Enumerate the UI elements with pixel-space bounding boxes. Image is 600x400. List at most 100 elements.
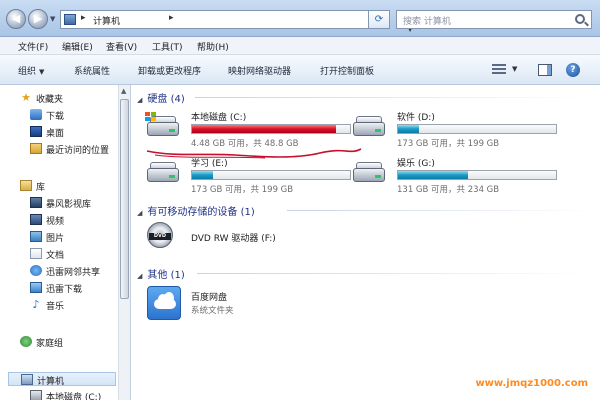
forward-button[interactable]: ▶ <box>28 9 48 29</box>
scrollbar-thumb[interactable] <box>120 99 129 299</box>
group-divider <box>287 210 595 211</box>
navigation-scrollbar[interactable]: ▲ <box>118 85 130 400</box>
search-icon[interactable] <box>575 14 585 24</box>
nav-item-downloads[interactable]: 下载 <box>30 108 116 122</box>
system-properties-button[interactable]: 系统属性 <box>74 64 110 77</box>
recent-places-icon <box>30 143 42 154</box>
group-header-hdd[interactable]: ◢ 硬盘 (4) <box>137 90 185 105</box>
scroll-up-icon[interactable]: ▲ <box>121 87 126 95</box>
music-note-icon: ♪ <box>32 298 40 311</box>
menu-tools[interactable]: 工具(T) <box>152 40 183 53</box>
nav-item-xunlei-share[interactable]: 迅雷网邻共享 <box>30 264 116 278</box>
drive-size-text: 173 GB 可用，共 199 GB <box>397 139 500 149</box>
group-header-removable[interactable]: ◢ 有可移动存储的设备 (1) <box>137 203 255 218</box>
title-bar: ◀ ▶ ▼ ▸ 计算机 ▸ ▼ ⟳ 搜索 计算机 <box>0 0 600 37</box>
nav-item-label: 暴风影视库 <box>46 200 92 210</box>
nav-item-label: 最近访问的位置 <box>46 146 110 156</box>
address-location[interactable]: 计算机 <box>93 14 120 27</box>
nav-library-label: 库 <box>36 183 46 193</box>
view-dropdown-icon[interactable]: ▼ <box>512 65 517 73</box>
back-button[interactable]: ◀ <box>6 9 26 29</box>
drive-name: 娱乐 (G:) <box>397 159 435 169</box>
chevron-right-icon[interactable]: ▸ <box>81 13 86 23</box>
navigation-pane: ★ 收藏夹 下载 桌面 最近访问的位置 库 暴风影视库 视频 图片 文档 迅雷网… <box>0 85 128 400</box>
group-divider <box>197 273 595 274</box>
recent-pages-dropdown[interactable]: ▼ <box>50 15 57 23</box>
nav-item-label: 下载 <box>46 112 65 122</box>
nav-item-label: 视频 <box>46 217 65 227</box>
collapse-arrow-icon[interactable]: ◢ <box>137 96 142 104</box>
homegroup-icon <box>20 336 32 347</box>
nav-favorites[interactable]: ★ 收藏夹 <box>20 91 116 105</box>
nav-homegroup[interactable]: 家庭组 <box>20 335 116 349</box>
drive-name: 本地磁盘 (C:) <box>191 113 247 123</box>
group-title: 硬盘 (4) <box>147 94 185 105</box>
nav-library[interactable]: 库 <box>20 179 116 193</box>
hard-drive-icon <box>353 116 385 138</box>
red-underline-annotation <box>146 148 362 159</box>
nav-item-pictures[interactable]: 图片 <box>30 230 116 244</box>
baidu-netdisk-tile[interactable]: 百度网盘 系统文件夹 <box>147 286 387 322</box>
download-icon <box>30 282 42 293</box>
watermark-url: www.jmqz1000.com <box>475 378 588 389</box>
nav-item-label: 图片 <box>46 234 65 244</box>
drive-tile-d[interactable]: 软件 (D:) 173 GB 可用，共 199 GB <box>353 110 573 150</box>
chevron-right-icon[interactable]: ▸ <box>169 13 174 23</box>
organize-button[interactable]: 组织 ▼ <box>18 64 44 77</box>
drive-tile-g[interactable]: 娱乐 (G:) 131 GB 可用，共 234 GB <box>353 156 573 196</box>
address-bar[interactable]: ▸ 计算机 ▸ ▼ <box>60 10 413 33</box>
nav-computer[interactable]: 计算机 <box>8 372 116 387</box>
view-options-icon[interactable] <box>492 64 506 75</box>
nav-item-drive-c[interactable]: 本地磁盘 (C:) <box>30 389 116 400</box>
watermark-title: 学知网 <box>525 356 588 381</box>
nav-item-label: 迅雷网邻共享 <box>46 268 101 278</box>
nav-item-documents[interactable]: 文档 <box>30 247 116 261</box>
nav-item-videos[interactable]: 视频 <box>30 213 116 227</box>
download-folder-icon <box>30 109 42 120</box>
group-header-other[interactable]: ◢ 其他 (1) <box>137 266 185 281</box>
hard-drive-icon <box>353 162 385 184</box>
command-toolbar: 组织 ▼ 系统属性 卸载或更改程序 映射网络驱动器 打开控制面板 ▼ ? <box>0 55 600 85</box>
picture-icon <box>30 231 42 242</box>
hard-drive-icon <box>147 162 179 184</box>
uninstall-program-button[interactable]: 卸载或更改程序 <box>138 64 201 77</box>
nav-favorites-label: 收藏夹 <box>36 95 64 105</box>
group-title: 有可移动存储的设备 (1) <box>147 207 255 218</box>
menu-view[interactable]: 查看(V) <box>106 40 137 53</box>
open-control-panel-button[interactable]: 打开控制面板 <box>320 64 374 77</box>
nav-item-recent[interactable]: 最近访问的位置 <box>30 142 116 156</box>
search-placeholder: 搜索 计算机 <box>403 17 451 27</box>
dvd-label: DVD <box>149 233 171 240</box>
nav-item-label: 迅雷下载 <box>46 285 83 295</box>
cloud-icon <box>147 286 181 320</box>
desktop-icon <box>30 126 42 137</box>
dvd-drive-tile[interactable]: DVD DVD RW 驱动器 (F:) <box>147 222 387 252</box>
help-icon[interactable]: ? <box>566 63 580 77</box>
nav-item-label: 文档 <box>46 251 65 261</box>
nav-item-label: 音乐 <box>46 302 65 312</box>
menu-edit[interactable]: 编辑(E) <box>62 40 93 53</box>
refresh-button[interactable]: ⟳ <box>368 10 390 29</box>
nav-item-xunlei-download[interactable]: 迅雷下载 <box>30 281 116 295</box>
nav-item-baofeng[interactable]: 暴风影视库 <box>30 196 116 210</box>
map-network-drive-button[interactable]: 映射网络驱动器 <box>228 64 291 77</box>
nav-item-music[interactable]: ♪ 音乐 <box>30 298 116 312</box>
drive-usage-fill <box>398 125 419 133</box>
organize-label: 组织 <box>18 67 37 77</box>
computer-icon <box>64 14 76 25</box>
search-input[interactable]: 搜索 计算机 <box>396 10 592 29</box>
menu-help[interactable]: 帮助(H) <box>197 40 229 53</box>
chevron-down-icon: ▼ <box>39 68 45 76</box>
menu-file[interactable]: 文件(F) <box>18 40 48 53</box>
drive-name: 软件 (D:) <box>397 113 435 123</box>
star-icon: ★ <box>21 91 31 104</box>
system-drive-icon <box>145 112 179 138</box>
nav-item-desktop[interactable]: 桌面 <box>30 125 116 139</box>
menu-bar: 文件(F) 编辑(E) 查看(V) 工具(T) 帮助(H) <box>0 37 600 55</box>
preview-pane-icon[interactable] <box>538 64 552 76</box>
collapse-arrow-icon[interactable]: ◢ <box>137 272 142 280</box>
video-icon <box>30 214 42 225</box>
nav-computer-label: 计算机 <box>37 377 65 387</box>
group-divider <box>195 97 595 98</box>
collapse-arrow-icon[interactable]: ◢ <box>137 209 142 217</box>
